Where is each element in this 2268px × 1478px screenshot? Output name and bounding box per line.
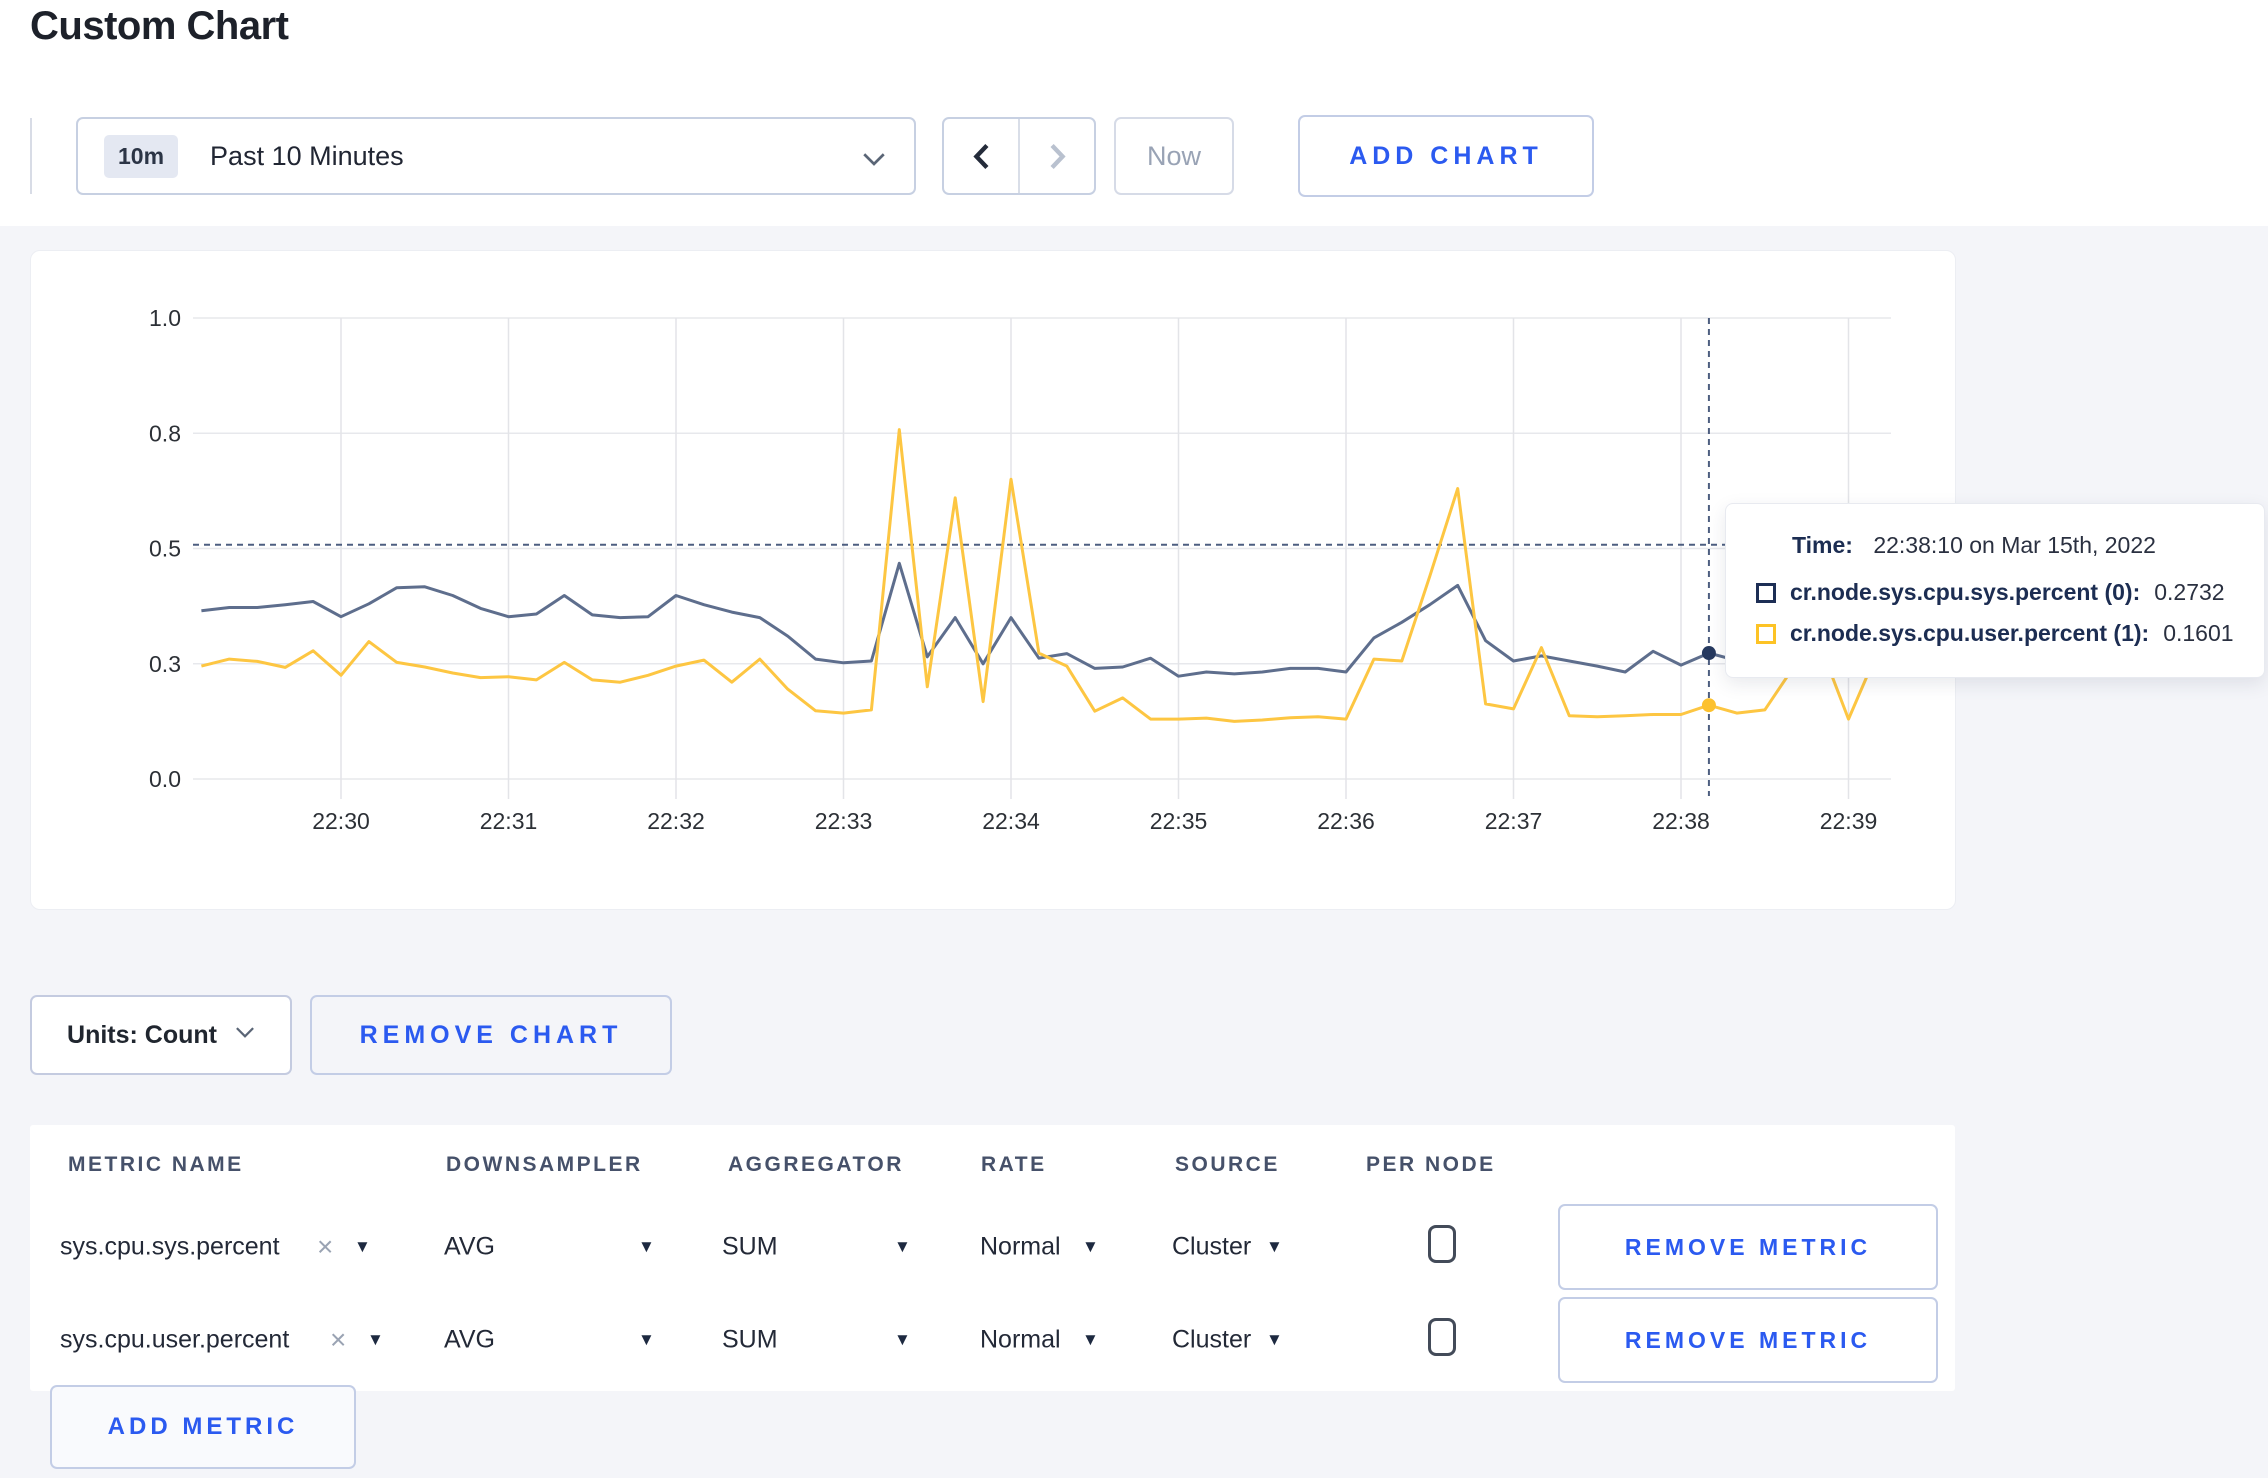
x-tick-label: 22:36 bbox=[1317, 808, 1375, 834]
per-node-checkbox[interactable] bbox=[1428, 1317, 1456, 1356]
tooltip-series-value: 0.1601 bbox=[2163, 620, 2234, 646]
x-tick-label: 22:38 bbox=[1652, 808, 1710, 834]
tooltip-series-row: cr.node.sys.cpu.user.percent (1): 0.1601 bbox=[1756, 620, 2234, 647]
col-header-metric-name: METRIC NAME bbox=[68, 1153, 244, 1176]
downsampler-caret-icon[interactable]: ▼ bbox=[638, 1330, 655, 1350]
tooltip-time-row: Time: 22:38:10 on Mar 15th, 2022 bbox=[1792, 532, 2234, 559]
chevron-left-icon bbox=[972, 143, 988, 169]
crosshair-point-cr.node.sys.cpu.user.percent bbox=[1701, 698, 1716, 713]
add-metric-button[interactable]: ADD METRIC bbox=[50, 1385, 356, 1469]
table-row: sys.cpu.sys.percent × ▼ AVG ▼ SUM ▼ Norm… bbox=[30, 1204, 1955, 1290]
x-tick-label: 22:34 bbox=[982, 808, 1040, 834]
aggregator-select[interactable]: SUM bbox=[722, 1326, 778, 1355]
tooltip-time-label: Time: bbox=[1792, 532, 1853, 558]
time-window-select[interactable]: 10m Past 10 Minutes bbox=[76, 117, 916, 195]
chart-tooltip: Time: 22:38:10 on Mar 15th, 2022 cr.node… bbox=[1725, 503, 2265, 678]
rate-caret-icon[interactable]: ▼ bbox=[1082, 1330, 1099, 1350]
units-select[interactable]: Units: Count bbox=[30, 995, 292, 1075]
timeseries-chart[interactable]: 0.0 0.3 0.5 0.8 1.0 22:30 22:31 22:32 22:33 22:34… bbox=[31, 251, 1957, 911]
rate-select[interactable]: Normal bbox=[980, 1233, 1061, 1262]
time-window-label: Past 10 Minutes bbox=[210, 140, 404, 171]
chevron-right-icon bbox=[1050, 143, 1066, 169]
source-caret-icon[interactable]: ▼ bbox=[1266, 1330, 1283, 1350]
col-header-rate: RATE bbox=[981, 1153, 1047, 1176]
y-tick-label: 0.5 bbox=[149, 536, 181, 562]
x-tick-label: 22:37 bbox=[1485, 808, 1543, 834]
x-tick-label: 22:32 bbox=[647, 808, 705, 834]
crosshair-point-cr.node.sys.cpu.sys.percent bbox=[1701, 646, 1716, 661]
rate-caret-icon[interactable]: ▼ bbox=[1082, 1237, 1099, 1257]
clear-metric-icon[interactable]: × bbox=[317, 1231, 333, 1263]
table-row: sys.cpu.user.percent × ▼ AVG ▼ SUM ▼ Nor… bbox=[30, 1297, 1955, 1383]
col-header-per-node: PER NODE bbox=[1366, 1153, 1496, 1176]
x-tick-label: 22:39 bbox=[1820, 808, 1878, 834]
add-chart-button[interactable]: ADD CHART bbox=[1298, 115, 1594, 197]
downsampler-select[interactable]: AVG bbox=[444, 1326, 495, 1355]
downsampler-caret-icon[interactable]: ▼ bbox=[638, 1237, 655, 1257]
metric-name-select[interactable]: sys.cpu.user.percent bbox=[60, 1326, 289, 1355]
chevron-down-icon bbox=[235, 1026, 255, 1044]
next-time-button[interactable] bbox=[1020, 119, 1094, 193]
remove-metric-button[interactable]: REMOVE METRIC bbox=[1558, 1297, 1938, 1383]
clear-metric-icon[interactable]: × bbox=[330, 1324, 346, 1356]
series-line-cr.node.sys.cpu.sys.percent bbox=[201, 561, 1877, 678]
tooltip-series-label: cr.node.sys.cpu.user.percent (1): bbox=[1790, 620, 2150, 646]
time-window-badge: 10m bbox=[104, 134, 179, 178]
per-node-checkbox[interactable] bbox=[1428, 1224, 1456, 1263]
metrics-table: METRIC NAME DOWNSAMPLER AGGREGATOR RATE … bbox=[30, 1125, 1955, 1391]
time-nav-group bbox=[942, 117, 1096, 195]
prev-time-button[interactable] bbox=[944, 119, 1020, 193]
col-header-source: SOURCE bbox=[1175, 1153, 1280, 1176]
col-header-downsampler: DOWNSAMPLER bbox=[446, 1153, 643, 1176]
source-caret-icon[interactable]: ▼ bbox=[1266, 1237, 1283, 1257]
series-user-swatch-icon bbox=[1756, 623, 1776, 644]
y-tick-label: 0.8 bbox=[149, 420, 181, 446]
downsampler-select[interactable]: AVG bbox=[444, 1233, 495, 1262]
toolbar-divider bbox=[30, 118, 32, 194]
remove-metric-button[interactable]: REMOVE METRIC bbox=[1558, 1204, 1938, 1290]
now-button[interactable]: Now bbox=[1114, 117, 1234, 195]
metric-name-select[interactable]: sys.cpu.sys.percent bbox=[60, 1233, 280, 1262]
rate-select[interactable]: Normal bbox=[980, 1326, 1061, 1355]
aggregator-caret-icon[interactable]: ▼ bbox=[894, 1237, 911, 1257]
tooltip-series-value: 0.2732 bbox=[2154, 579, 2225, 605]
source-select[interactable]: Cluster bbox=[1172, 1326, 1251, 1355]
x-tick-label: 22:33 bbox=[815, 808, 873, 834]
remove-chart-button[interactable]: REMOVE CHART bbox=[310, 995, 672, 1075]
aggregator-select[interactable]: SUM bbox=[722, 1233, 778, 1262]
col-header-aggregator: AGGREGATOR bbox=[728, 1153, 904, 1176]
custom-chart-page: Custom Chart 10m Past 10 Minutes Now ADD… bbox=[0, 0, 2268, 1478]
tooltip-time-value: 22:38:10 on Mar 15th, 2022 bbox=[1873, 532, 2156, 558]
y-tick-label: 0.3 bbox=[149, 651, 181, 677]
x-tick-label: 22:35 bbox=[1150, 808, 1208, 834]
y-tick-label: 0.0 bbox=[149, 766, 181, 792]
metric-dropdown-caret-icon[interactable]: ▼ bbox=[367, 1330, 384, 1350]
aggregator-caret-icon[interactable]: ▼ bbox=[894, 1330, 911, 1350]
x-tick-label: 22:30 bbox=[312, 808, 370, 834]
series-sys-swatch-icon bbox=[1756, 582, 1776, 603]
y-tick-label: 1.0 bbox=[149, 305, 181, 331]
tooltip-series-label: cr.node.sys.cpu.sys.percent (0): bbox=[1790, 579, 2141, 605]
chart-card: 0.0 0.3 0.5 0.8 1.0 22:30 22:31 22:32 22:33 22:34… bbox=[30, 250, 2265, 911]
source-select[interactable]: Cluster bbox=[1172, 1233, 1251, 1262]
tooltip-series-row: cr.node.sys.cpu.sys.percent (0): 0.2732 bbox=[1756, 579, 2234, 606]
x-tick-label: 22:31 bbox=[480, 808, 538, 834]
units-label: Units: Count bbox=[67, 1020, 217, 1049]
chevron-down-icon bbox=[862, 152, 886, 172]
metric-dropdown-caret-icon[interactable]: ▼ bbox=[354, 1237, 371, 1257]
series-line-cr.node.sys.cpu.user.percent bbox=[201, 428, 1878, 723]
page-title: Custom Chart bbox=[30, 4, 289, 48]
